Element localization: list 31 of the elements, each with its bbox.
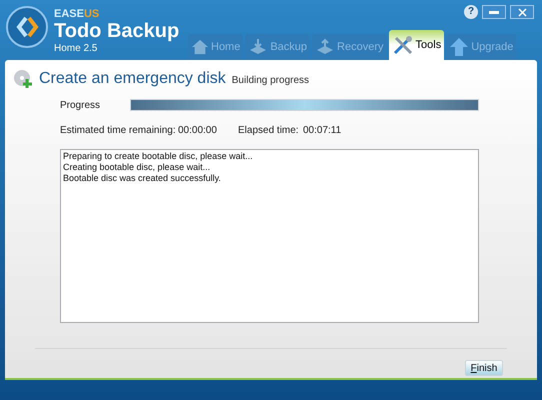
elapsed-label: Elapsed time:	[238, 124, 300, 138]
tools-icon	[392, 35, 414, 55]
help-button[interactable]: ?	[464, 5, 478, 19]
log-line: Bootable disc was created successfully.	[63, 173, 222, 184]
log-line: Preparing to create bootable disc, please wait...	[63, 151, 254, 162]
up-arrow-icon	[449, 37, 470, 57]
logo-icon	[6, 6, 48, 48]
disk-arrow-icon	[248, 38, 268, 56]
nav-tab[interactable]: Backup	[245, 34, 310, 60]
remaining-value: 00:00:00	[178, 124, 218, 138]
page-subtitle: Building progress	[232, 74, 310, 88]
elapsed-value: 00:07:11	[303, 124, 342, 138]
progress-label: Progress	[60, 98, 102, 112]
minimize-icon	[489, 10, 499, 14]
house-icon	[191, 39, 209, 55]
product-name: Todo Backup	[54, 21, 180, 41]
remaining-label: Estimated time remaining:	[60, 124, 177, 138]
minimize-button[interactable]	[482, 5, 506, 19]
disc-plus-icon	[13, 69, 33, 89]
close-button[interactable]	[510, 5, 534, 19]
page-title: Create an emergency disk	[39, 69, 226, 89]
disk-arrow-icon	[315, 38, 336, 56]
nav-tab[interactable]: Recovery	[312, 34, 387, 60]
nav-tab[interactable]: Upgrade	[446, 34, 516, 60]
nav-tab[interactable]: Home	[188, 34, 244, 60]
maker-name: EASEUS	[54, 9, 100, 20]
log-line: Creating bootable disc, please wait...	[63, 162, 212, 173]
finish-button[interactable]: Finish	[465, 360, 503, 376]
close-icon	[518, 8, 526, 16]
edition-label: Home 2.5	[54, 44, 98, 54]
nav-tab[interactable]: Tools	[388, 30, 444, 60]
